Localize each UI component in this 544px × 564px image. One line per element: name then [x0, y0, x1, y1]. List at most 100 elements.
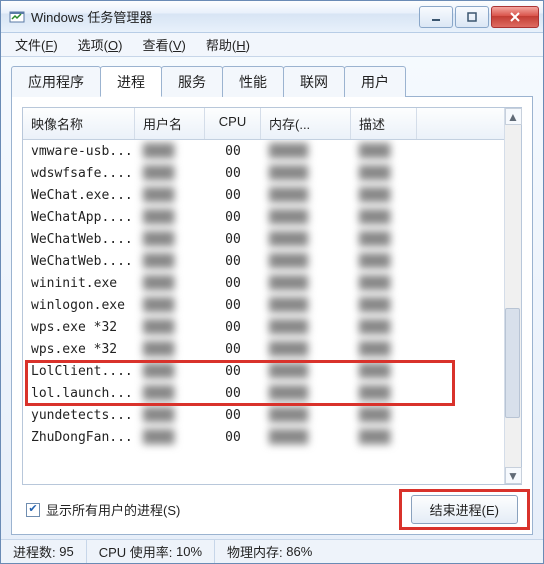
cell-image-name: WeChatApp....: [23, 208, 135, 227]
cell-image-name: wdswfsafe....: [23, 164, 135, 183]
cell-user: ████: [135, 142, 205, 161]
table-row[interactable]: LolClient....████00█████████: [23, 360, 521, 382]
cell-memory: █████: [261, 208, 351, 227]
cell-user: ████: [135, 164, 205, 183]
cell-memory: █████: [261, 186, 351, 205]
col-description[interactable]: 描述: [351, 108, 417, 139]
cell-user: ████: [135, 296, 205, 315]
tab-applications[interactable]: 应用程序: [11, 66, 101, 97]
cell-cpu: 00: [205, 384, 261, 403]
cell-description: ████: [351, 186, 417, 205]
status-cpu-usage: CPU 使用率: 10%: [87, 540, 215, 563]
cell-cpu: 00: [205, 208, 261, 227]
table-row[interactable]: wps.exe *32████00█████████: [23, 316, 521, 338]
task-manager-window: Windows 任务管理器 文件(F) 选项(O) 查看(V) 帮助(H) 应用…: [0, 0, 544, 564]
scroll-thumb[interactable]: [505, 308, 520, 418]
cell-memory: █████: [261, 406, 351, 425]
tab-services[interactable]: 服务: [161, 66, 223, 97]
minimize-button[interactable]: [419, 6, 453, 28]
cell-memory: █████: [261, 318, 351, 337]
cell-cpu: 00: [205, 230, 261, 249]
process-list-body: vmware-usb...████00█████████wdswfsafe...…: [23, 140, 521, 484]
menu-file[interactable]: 文件(F): [7, 33, 66, 56]
col-cpu[interactable]: CPU: [205, 108, 261, 139]
table-row[interactable]: WeChatApp....████00█████████: [23, 206, 521, 228]
cell-memory: █████: [261, 142, 351, 161]
table-row[interactable]: lol.launch...████00█████████: [23, 382, 521, 404]
col-user[interactable]: 用户名: [135, 108, 205, 139]
scroll-up-arrow[interactable]: ▲: [505, 108, 522, 125]
tab-performance[interactable]: 性能: [222, 66, 284, 97]
cell-memory: █████: [261, 230, 351, 249]
scroll-down-arrow[interactable]: ▼: [505, 467, 522, 484]
end-process-button[interactable]: 结束进程(E): [411, 495, 518, 524]
status-physical-memory: 物理内存: 86%: [215, 540, 324, 563]
table-row[interactable]: WeChatWeb....████00█████████: [23, 250, 521, 272]
menu-options[interactable]: 选项(O): [70, 33, 131, 56]
close-button[interactable]: [491, 6, 539, 28]
cell-memory: █████: [261, 252, 351, 271]
tab-users[interactable]: 用户: [344, 66, 406, 97]
cell-description: ████: [351, 428, 417, 447]
cell-cpu: 00: [205, 252, 261, 271]
vertical-scrollbar[interactable]: ▲ ▼: [504, 108, 521, 484]
table-row[interactable]: WeChatWeb....████00█████████: [23, 228, 521, 250]
cell-cpu: 00: [205, 428, 261, 447]
menu-help[interactable]: 帮助(H): [198, 33, 258, 56]
cell-user: ████: [135, 252, 205, 271]
window-title: Windows 任务管理器: [31, 7, 152, 26]
tab-processes[interactable]: 进程: [100, 66, 162, 97]
cell-cpu: 00: [205, 164, 261, 183]
cell-image-name: wps.exe *32: [23, 340, 135, 359]
cell-image-name: WeChat.exe...: [23, 186, 135, 205]
maximize-button[interactable]: [455, 6, 489, 28]
tab-networking[interactable]: 联网: [283, 66, 345, 97]
cell-description: ████: [351, 230, 417, 249]
cell-user: ████: [135, 406, 205, 425]
cell-cpu: 00: [205, 406, 261, 425]
cell-user: ████: [135, 274, 205, 293]
cell-description: ████: [351, 252, 417, 271]
cell-description: ████: [351, 142, 417, 161]
checkbox-box[interactable]: ✔: [26, 503, 40, 517]
cell-cpu: 00: [205, 296, 261, 315]
cell-memory: █████: [261, 428, 351, 447]
cell-user: ████: [135, 208, 205, 227]
cell-description: ████: [351, 362, 417, 381]
show-all-users-checkbox[interactable]: ✔ 显示所有用户的进程(S): [26, 500, 180, 519]
cell-cpu: 00: [205, 318, 261, 337]
cell-cpu: 00: [205, 142, 261, 161]
cell-memory: █████: [261, 164, 351, 183]
cell-image-name: WeChatWeb....: [23, 252, 135, 271]
cell-image-name: lol.launch...: [23, 384, 135, 403]
table-row[interactable]: wps.exe *32████00█████████: [23, 338, 521, 360]
col-image-name[interactable]: 映像名称: [23, 108, 135, 139]
cell-description: ████: [351, 208, 417, 227]
process-listview[interactable]: 映像名称 用户名 CPU 内存(... 描述 vmware-usb...████…: [22, 107, 522, 485]
table-row[interactable]: winlogon.exe████00█████████: [23, 294, 521, 316]
cell-image-name: wininit.exe: [23, 274, 135, 293]
cell-user: ████: [135, 362, 205, 381]
client-area: 应用程序 进程 服务 性能 联网 用户 映像名称 用户名 CPU 内存(... …: [1, 57, 543, 539]
cell-cpu: 00: [205, 274, 261, 293]
cell-image-name: WeChatWeb....: [23, 230, 135, 249]
table-row[interactable]: WeChat.exe...████00█████████: [23, 184, 521, 206]
col-memory[interactable]: 内存(...: [261, 108, 351, 139]
table-row[interactable]: ZhuDongFan...████00█████████: [23, 426, 521, 448]
processes-panel: 映像名称 用户名 CPU 内存(... 描述 vmware-usb...████…: [11, 97, 533, 535]
cell-memory: █████: [261, 362, 351, 381]
cell-cpu: 00: [205, 186, 261, 205]
app-icon: [9, 9, 25, 25]
titlebar[interactable]: Windows 任务管理器: [1, 1, 543, 33]
table-row[interactable]: vmware-usb...████00█████████: [23, 140, 521, 162]
cell-image-name: LolClient....: [23, 362, 135, 381]
cell-user: ████: [135, 230, 205, 249]
table-row[interactable]: wdswfsafe....████00█████████: [23, 162, 521, 184]
cell-user: ████: [135, 340, 205, 359]
tab-bar: 应用程序 进程 服务 性能 联网 用户: [11, 65, 533, 97]
menu-view[interactable]: 查看(V): [134, 33, 193, 56]
cell-description: ████: [351, 296, 417, 315]
table-row[interactable]: wininit.exe████00█████████: [23, 272, 521, 294]
table-row[interactable]: yundetects...████00█████████: [23, 404, 521, 426]
cell-user: ████: [135, 384, 205, 403]
